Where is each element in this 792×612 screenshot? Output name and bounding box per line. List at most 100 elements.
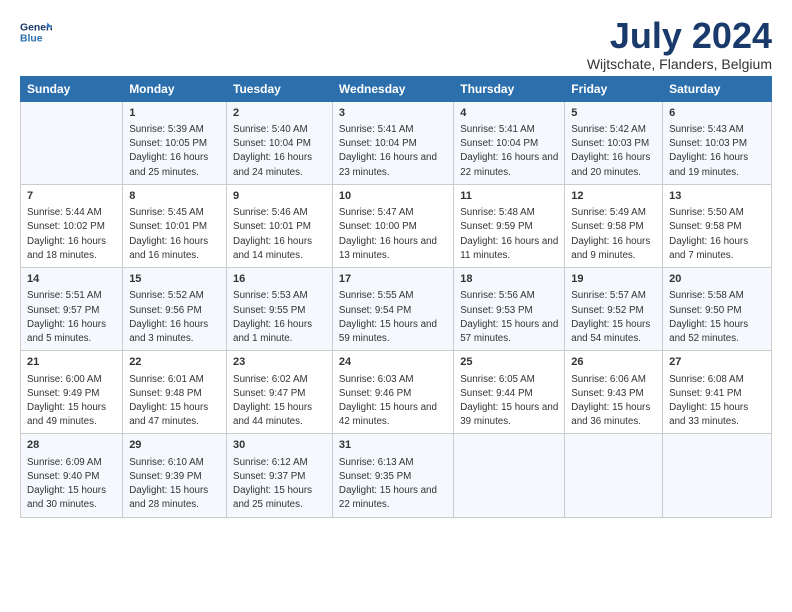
week-row-3: 14Sunrise: 5:51 AM Sunset: 9:57 PM Dayli… <box>21 268 772 351</box>
day-content: Sunrise: 6:05 AM Sunset: 9:44 PM Dayligh… <box>460 373 558 430</box>
logo-icon: General Blue <box>20 16 52 48</box>
calendar-cell: 11 Sunrise: 5:48 AM Sunset: 9:59 PM Dayli… <box>454 184 565 267</box>
calendar-cell: 1 Sunrise: 5:39 AM Sunset: 10:05 PM Dayli… <box>123 101 227 184</box>
calendar-cell: 4Sunrise: 5:41 AM Sunset: 10:04 PM Dayli… <box>454 101 565 184</box>
header-row: SundayMondayTuesdayWednesdayThursdayFrid… <box>21 76 772 101</box>
day-number: 17 <box>339 272 447 287</box>
day-content: Sunrise: 5:46 AM Sunset: 10:01 PM Daylig… <box>233 206 326 263</box>
day-content: Sunrise: 5:44 AM Sunset: 10:02 PM Daylig… <box>27 206 116 263</box>
day-number: 22 <box>129 355 220 370</box>
week-row-1: 1 Sunrise: 5:39 AM Sunset: 10:05 PM Dayli… <box>21 101 772 184</box>
calendar-cell: 7 Sunrise: 5:44 AM Sunset: 10:02 PM Dayli… <box>21 184 123 267</box>
day-content: Sunrise: 5:53 AM Sunset: 9:55 PM Dayligh… <box>233 289 326 346</box>
calendar-cell: 17 Sunrise: 5:55 AM Sunset: 9:54 PM Dayli… <box>332 268 453 351</box>
calendar-cell: 9 Sunrise: 5:46 AM Sunset: 10:01 PM Dayli… <box>227 184 333 267</box>
logo: General Blue <box>20 16 52 48</box>
header: General Blue July 2024 Wijtschate, Fland… <box>20 16 772 72</box>
day-number: 4 <box>460 106 558 121</box>
week-row-2: 7 Sunrise: 5:44 AM Sunset: 10:02 PM Dayli… <box>21 184 772 267</box>
week-row-4: 21Sunrise: 6:00 AM Sunset: 9:49 PM Dayli… <box>21 351 772 434</box>
day-content: Sunrise: 5:49 AM Sunset: 9:58 PM Dayligh… <box>571 206 656 263</box>
calendar-cell: 29Sunrise: 6:10 AM Sunset: 9:39 PM Dayli… <box>123 434 227 517</box>
week-row-5: 28 Sunrise: 6:09 AM Sunset: 9:40 PM Dayli… <box>21 434 772 517</box>
calendar-cell: 18Sunrise: 5:56 AM Sunset: 9:53 PM Dayli… <box>454 268 565 351</box>
day-content: Sunrise: 6:13 AM Sunset: 9:35 PM Dayligh… <box>339 456 447 513</box>
day-content: Sunrise: 5:47 AM Sunset: 10:00 PM Daylig… <box>339 206 447 263</box>
calendar-cell: 12 Sunrise: 5:49 AM Sunset: 9:58 PM Dayli… <box>565 184 663 267</box>
calendar-cell: 31 Sunrise: 6:13 AM Sunset: 9:35 PM Dayli… <box>332 434 453 517</box>
day-number: 26 <box>571 355 656 370</box>
day-content: Sunrise: 5:56 AM Sunset: 9:53 PM Dayligh… <box>460 289 558 346</box>
header-day-friday: Friday <box>565 76 663 101</box>
title-block: July 2024 Wijtschate, Flanders, Belgium <box>587 16 772 72</box>
day-number: 25 <box>460 355 558 370</box>
day-number: 30 <box>233 438 326 453</box>
calendar-cell: 27 Sunrise: 6:08 AM Sunset: 9:41 PM Dayli… <box>663 351 772 434</box>
calendar-cell <box>454 434 565 517</box>
calendar-cell <box>663 434 772 517</box>
calendar-cell: 28 Sunrise: 6:09 AM Sunset: 9:40 PM Dayli… <box>21 434 123 517</box>
day-number: 2 <box>233 106 326 121</box>
calendar-cell: 22Sunrise: 6:01 AM Sunset: 9:48 PM Dayli… <box>123 351 227 434</box>
calendar-cell: 3 Sunrise: 5:41 AM Sunset: 10:04 PM Dayli… <box>332 101 453 184</box>
day-number: 21 <box>27 355 116 370</box>
day-content: Sunrise: 5:57 AM Sunset: 9:52 PM Dayligh… <box>571 289 656 346</box>
day-number: 1 <box>129 106 220 121</box>
day-content: Sunrise: 6:10 AM Sunset: 9:39 PM Dayligh… <box>129 456 220 513</box>
day-number: 11 <box>460 189 558 204</box>
calendar-cell: 21Sunrise: 6:00 AM Sunset: 9:49 PM Dayli… <box>21 351 123 434</box>
day-content: Sunrise: 5:39 AM Sunset: 10:05 PM Daylig… <box>129 123 220 180</box>
day-content: Sunrise: 6:08 AM Sunset: 9:41 PM Dayligh… <box>669 373 765 430</box>
header-day-monday: Monday <box>123 76 227 101</box>
day-content: Sunrise: 6:03 AM Sunset: 9:46 PM Dayligh… <box>339 373 447 430</box>
day-content: Sunrise: 6:06 AM Sunset: 9:43 PM Dayligh… <box>571 373 656 430</box>
calendar-cell: 25 Sunrise: 6:05 AM Sunset: 9:44 PM Dayli… <box>454 351 565 434</box>
svg-text:Blue: Blue <box>20 34 43 45</box>
header-day-sunday: Sunday <box>21 76 123 101</box>
calendar-cell: 23 Sunrise: 6:02 AM Sunset: 9:47 PM Dayli… <box>227 351 333 434</box>
header-day-tuesday: Tuesday <box>227 76 333 101</box>
day-content: Sunrise: 6:02 AM Sunset: 9:47 PM Dayligh… <box>233 373 326 430</box>
day-number: 7 <box>27 189 116 204</box>
header-day-saturday: Saturday <box>663 76 772 101</box>
calendar-cell: 13Sunrise: 5:50 AM Sunset: 9:58 PM Dayli… <box>663 184 772 267</box>
day-number: 6 <box>669 106 765 121</box>
day-content: Sunrise: 5:41 AM Sunset: 10:04 PM Daylig… <box>339 123 447 180</box>
day-content: Sunrise: 5:48 AM Sunset: 9:59 PM Dayligh… <box>460 206 558 263</box>
day-content: Sunrise: 5:43 AM Sunset: 10:03 PM Daylig… <box>669 123 765 180</box>
header-day-thursday: Thursday <box>454 76 565 101</box>
day-number: 15 <box>129 272 220 287</box>
day-number: 12 <box>571 189 656 204</box>
calendar-cell: 6 Sunrise: 5:43 AM Sunset: 10:03 PM Dayli… <box>663 101 772 184</box>
calendar-cell: 26 Sunrise: 6:06 AM Sunset: 9:43 PM Dayli… <box>565 351 663 434</box>
day-number: 3 <box>339 106 447 121</box>
day-content: Sunrise: 5:40 AM Sunset: 10:04 PM Daylig… <box>233 123 326 180</box>
calendar-cell <box>21 101 123 184</box>
day-number: 31 <box>339 438 447 453</box>
day-content: Sunrise: 5:55 AM Sunset: 9:54 PM Dayligh… <box>339 289 447 346</box>
day-number: 16 <box>233 272 326 287</box>
calendar-cell: 5Sunrise: 5:42 AM Sunset: 10:03 PM Dayli… <box>565 101 663 184</box>
main-title: July 2024 <box>587 16 772 56</box>
day-content: Sunrise: 6:09 AM Sunset: 9:40 PM Dayligh… <box>27 456 116 513</box>
day-number: 23 <box>233 355 326 370</box>
calendar-cell: 20 Sunrise: 5:58 AM Sunset: 9:50 PM Dayli… <box>663 268 772 351</box>
day-number: 20 <box>669 272 765 287</box>
day-content: Sunrise: 5:42 AM Sunset: 10:03 PM Daylig… <box>571 123 656 180</box>
calendar-cell: 2 Sunrise: 5:40 AM Sunset: 10:04 PM Dayli… <box>227 101 333 184</box>
page: General Blue July 2024 Wijtschate, Fland… <box>0 0 792 528</box>
calendar-cell: 10Sunrise: 5:47 AM Sunset: 10:00 PM Dayl… <box>332 184 453 267</box>
day-number: 19 <box>571 272 656 287</box>
calendar-cell: 30Sunrise: 6:12 AM Sunset: 9:37 PM Dayli… <box>227 434 333 517</box>
calendar-cell: 16 Sunrise: 5:53 AM Sunset: 9:55 PM Dayli… <box>227 268 333 351</box>
day-content: Sunrise: 5:45 AM Sunset: 10:01 PM Daylig… <box>129 206 220 263</box>
day-number: 28 <box>27 438 116 453</box>
day-number: 24 <box>339 355 447 370</box>
day-content: Sunrise: 5:58 AM Sunset: 9:50 PM Dayligh… <box>669 289 765 346</box>
day-content: Sunrise: 5:50 AM Sunset: 9:58 PM Dayligh… <box>669 206 765 263</box>
calendar-cell: 19 Sunrise: 5:57 AM Sunset: 9:52 PM Dayli… <box>565 268 663 351</box>
day-number: 9 <box>233 189 326 204</box>
calendar-cell <box>565 434 663 517</box>
day-number: 27 <box>669 355 765 370</box>
calendar-cell: 15Sunrise: 5:52 AM Sunset: 9:56 PM Dayli… <box>123 268 227 351</box>
